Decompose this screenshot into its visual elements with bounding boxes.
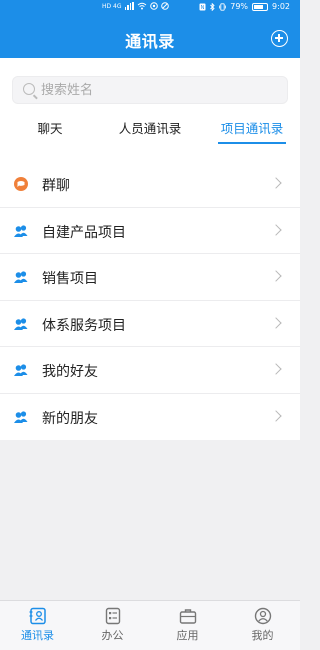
- hotspot-icon: [149, 2, 158, 10]
- network-indicator: HD 4G: [102, 2, 122, 10]
- search-input[interactable]: [41, 80, 281, 100]
- search-section: 聊天 人员通讯录 项目通讯录: [0, 58, 300, 161]
- list-item-sales-projects[interactable]: 销售项目: [0, 254, 300, 301]
- nav-label: 我的: [251, 629, 274, 642]
- chat-bubble-icon: [14, 177, 28, 191]
- mute-icon: [160, 2, 169, 10]
- battery-icon: [252, 2, 269, 11]
- chevron-right-icon: [270, 363, 282, 375]
- wifi-icon: [137, 2, 146, 10]
- list-item-system-service-projects[interactable]: 体系服务项目: [0, 301, 300, 347]
- briefcase-icon: [179, 609, 196, 624]
- chevron-right-icon: [270, 409, 282, 422]
- bluetooth-icon: [210, 2, 215, 11]
- group-icon: [14, 271, 28, 283]
- tab-project-contacts[interactable]: 项目通讯录: [210, 120, 294, 152]
- status-bar: HD 4G N 79% 9:02: [0, 0, 300, 14]
- group-icon: [14, 317, 28, 330]
- contact-group-list: 群聊 自建产品项目 销售项目 体系服务项目 我的好友 新的朋友: [0, 161, 300, 440]
- nav-label: 通讯录: [21, 629, 54, 642]
- active-tab-indicator: [218, 142, 286, 144]
- list-item-self-built-projects[interactable]: 自建产品项目: [0, 208, 300, 254]
- status-right: N 79% 9:02: [199, 2, 290, 11]
- list-item-label: 我的好友: [42, 364, 98, 380]
- header-bar: HD 4G N 79% 9:02 通讯录: [0, 0, 300, 58]
- group-icon: [14, 410, 28, 423]
- list-item-label: 自建产品项目: [42, 224, 126, 241]
- nav-me[interactable]: 我的: [225, 605, 300, 649]
- nfc-icon: N: [199, 3, 206, 11]
- profile-icon: [254, 607, 271, 625]
- bottom-navigation: 通讯录 办公 应用 我的: [0, 600, 300, 650]
- tab-label: 人员通讯录: [118, 121, 182, 136]
- list-item-my-friends[interactable]: 我的好友: [0, 347, 300, 394]
- tab-people-contacts[interactable]: 人员通讯录: [108, 120, 192, 152]
- group-icon: [14, 224, 28, 237]
- battery-percent: 79%: [230, 2, 249, 11]
- chevron-right-icon: [270, 270, 282, 282]
- chevron-right-icon: [270, 177, 282, 189]
- tab-chat[interactable]: 聊天: [20, 120, 80, 152]
- status-left: HD 4G: [102, 2, 169, 10]
- nav-label: 办公: [101, 629, 124, 642]
- clock: 9:02: [272, 2, 290, 11]
- chevron-right-icon: [270, 223, 282, 236]
- nav-office[interactable]: 办公: [75, 605, 150, 649]
- signal-icon: [124, 2, 134, 10]
- contacts-icon: [29, 607, 46, 625]
- nav-contacts[interactable]: 通讯录: [0, 605, 75, 649]
- office-icon: [105, 607, 120, 625]
- list-item-group-chat[interactable]: 群聊: [0, 161, 300, 208]
- search-icon: [23, 83, 35, 95]
- nav-label: 应用: [176, 629, 199, 642]
- list-item-label: 群聊: [42, 178, 70, 194]
- group-icon: [14, 364, 28, 376]
- list-item-label: 体系服务项目: [42, 317, 126, 334]
- tab-label: 项目通讯录: [220, 121, 284, 136]
- page-title: 通讯录: [125, 32, 175, 51]
- chevron-right-icon: [270, 316, 282, 329]
- list-item-label: 新的朋友: [42, 410, 98, 427]
- svg-text:N: N: [201, 5, 205, 11]
- nav-apps[interactable]: 应用: [150, 605, 225, 649]
- search-box[interactable]: [12, 76, 288, 104]
- tab-bar: 聊天 人员通讯录 项目通讯录: [0, 120, 300, 152]
- plus-circle-icon[interactable]: [271, 30, 288, 47]
- list-item-new-friends[interactable]: 新的朋友: [0, 394, 300, 441]
- tab-label: 聊天: [37, 121, 63, 136]
- vibrate-icon: [219, 2, 227, 11]
- list-item-label: 销售项目: [42, 271, 98, 287]
